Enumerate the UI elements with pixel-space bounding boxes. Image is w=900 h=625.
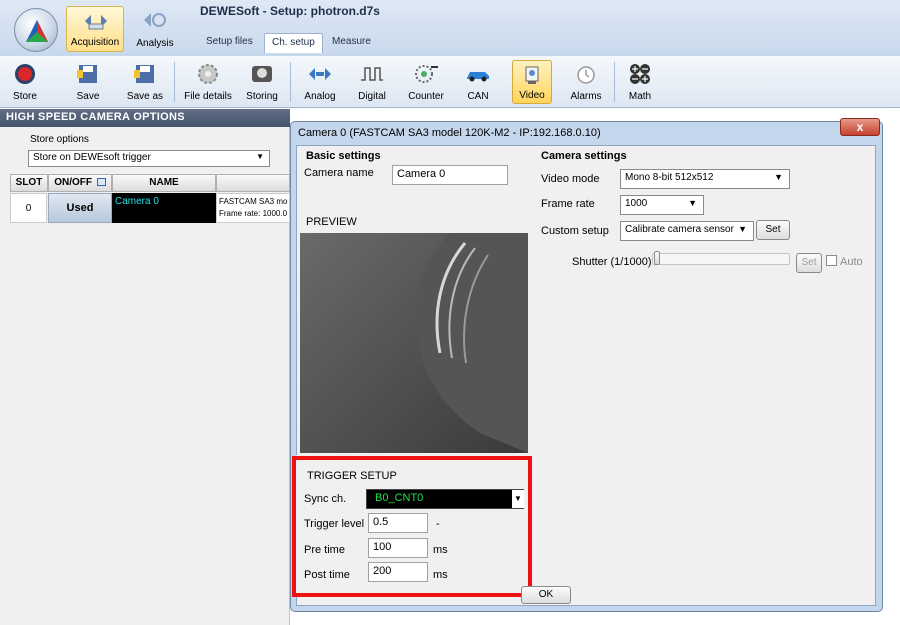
dialog-title: Camera 0 (FASTCAM SA3 model 120K-M2 - IP… <box>298 127 601 139</box>
tab-setup-files[interactable]: Setup files <box>199 33 260 53</box>
ribbon-separator <box>614 62 615 102</box>
close-button[interactable]: x <box>840 118 880 136</box>
column-header-name: NAME <box>112 174 216 192</box>
column-header-slot: SLOT <box>10 174 48 192</box>
save-icon <box>77 65 97 83</box>
list-icon <box>96 178 106 187</box>
custom-setup-select[interactable]: Calibrate camera sensor ▼ <box>620 221 754 241</box>
panel-header: HIGH SPEED CAMERA OPTIONS <box>0 109 290 127</box>
counter-label: Counter <box>408 91 444 102</box>
counter-button[interactable]: Counter <box>404 60 448 104</box>
frame-rate-select[interactable]: 1000 ▼ <box>620 195 704 215</box>
video-mode-label: Video mode <box>541 173 600 185</box>
file-details-label: File details <box>184 91 232 102</box>
shutter-slider-thumb[interactable] <box>654 251 660 265</box>
digital-button[interactable]: Digital <box>352 60 392 104</box>
shutter-slider[interactable] <box>652 253 790 265</box>
camera-info-cell: FASTCAM SA3 mo Frame rate: 1000.0 <box>216 193 290 223</box>
onoff-toggle[interactable]: Used <box>48 193 112 223</box>
chevron-down-icon: ▼ <box>688 198 697 208</box>
video-camera-icon <box>525 66 539 84</box>
store-button[interactable]: Store <box>6 60 44 104</box>
storing-button[interactable]: Storing <box>240 60 284 104</box>
save-as-icon <box>134 65 154 83</box>
hard-disk-icon <box>252 66 272 82</box>
math-button[interactable]: Math <box>620 60 660 104</box>
column-header-info <box>216 174 290 192</box>
alarms-label: Alarms <box>570 91 602 102</box>
highlight-frame <box>292 456 532 597</box>
shutter-set-button[interactable]: Set <box>796 253 822 273</box>
store-options-select[interactable]: Store on DEWEsoft trigger ▼ <box>28 150 270 167</box>
save-as-button[interactable]: Save as <box>122 60 168 104</box>
custom-setup-value: Calibrate camera sensor <box>625 224 734 235</box>
encoder-icon <box>415 65 438 83</box>
onoff-header-label: ON/OFF <box>54 177 92 188</box>
basic-settings-title: Basic settings <box>306 150 381 162</box>
save-button[interactable]: Save <box>66 60 110 104</box>
auto-label: Auto <box>840 256 863 268</box>
window-title: DEWESoft - Setup: photron.d7s <box>200 4 380 18</box>
video-label: Video <box>519 90 545 101</box>
shutter-label: Shutter (1/1000) <box>572 256 652 268</box>
camera-model-text: FASTCAM SA3 mo <box>219 197 288 206</box>
can-label: CAN <box>467 91 489 102</box>
camera-name-label: Camera name <box>304 167 374 179</box>
save-as-label: Save as <box>126 91 164 102</box>
store-label: Store <box>13 91 37 102</box>
gear-icon <box>198 64 218 84</box>
analysis-label: Analysis <box>136 38 174 49</box>
analog-label: Analog <box>304 91 336 102</box>
file-details-button[interactable]: File details <box>180 60 236 104</box>
ribbon-separator <box>290 62 291 102</box>
custom-setup-set-button[interactable]: Set <box>756 220 790 240</box>
camera-name-input[interactable]: Camera 0 <box>392 165 508 185</box>
camera-name-cell[interactable]: Camera 0 <box>112 193 216 223</box>
camera-settings-title: Camera settings <box>541 150 627 162</box>
app-logo-icon[interactable] <box>14 8 58 52</box>
chevron-down-icon: ▼ <box>738 224 747 234</box>
math-operators-icon <box>630 64 650 84</box>
preview-label: PREVIEW <box>306 216 357 228</box>
acquisition-mode-button[interactable]: Acquisition <box>66 6 124 52</box>
ok-button[interactable]: OK <box>521 586 571 604</box>
ribbon-separator <box>174 62 175 102</box>
record-icon <box>15 64 35 84</box>
chevron-down-icon: ▼ <box>774 172 783 182</box>
alarms-button[interactable]: Alarms <box>566 60 606 104</box>
analog-icon <box>309 68 331 80</box>
storing-label: Storing <box>246 91 278 102</box>
frame-rate-text: Frame rate: 1000.0 <box>219 209 288 218</box>
custom-setup-label: Custom setup <box>541 225 609 237</box>
video-button[interactable]: Video <box>512 60 552 104</box>
video-mode-value: Mono 8-bit 512x512 <box>625 172 714 183</box>
acquisition-icon <box>85 15 107 30</box>
video-mode-select[interactable]: Mono 8-bit 512x512 ▼ <box>620 169 790 189</box>
alarm-clock-icon <box>577 66 595 84</box>
auto-checkbox[interactable] <box>826 255 837 266</box>
chevron-down-icon: ▼ <box>256 152 264 161</box>
tab-ch-setup[interactable]: Ch. setup <box>264 33 323 53</box>
store-options-label: Store options <box>30 134 89 145</box>
tab-measure[interactable]: Measure <box>325 33 378 53</box>
analysis-mode-button[interactable]: Analysis <box>126 6 184 52</box>
analog-button[interactable]: Analog <box>300 60 340 104</box>
column-header-onoff: ON/OFF <box>48 174 112 192</box>
slot-cell: 0 <box>10 193 47 223</box>
math-label: Math <box>628 91 652 102</box>
digital-signal-icon <box>361 67 383 81</box>
frame-rate-value: 1000 <box>625 198 648 209</box>
store-options-value: Store on DEWEsoft trigger <box>33 152 151 163</box>
frame-rate-label: Frame rate <box>541 198 595 210</box>
acquisition-label: Acquisition <box>70 37 120 48</box>
camera-preview <box>300 233 528 453</box>
analysis-icon <box>144 13 166 27</box>
save-label: Save <box>76 91 100 102</box>
car-icon <box>467 72 489 82</box>
can-button[interactable]: CAN <box>458 60 498 104</box>
digital-label: Digital <box>358 91 386 102</box>
